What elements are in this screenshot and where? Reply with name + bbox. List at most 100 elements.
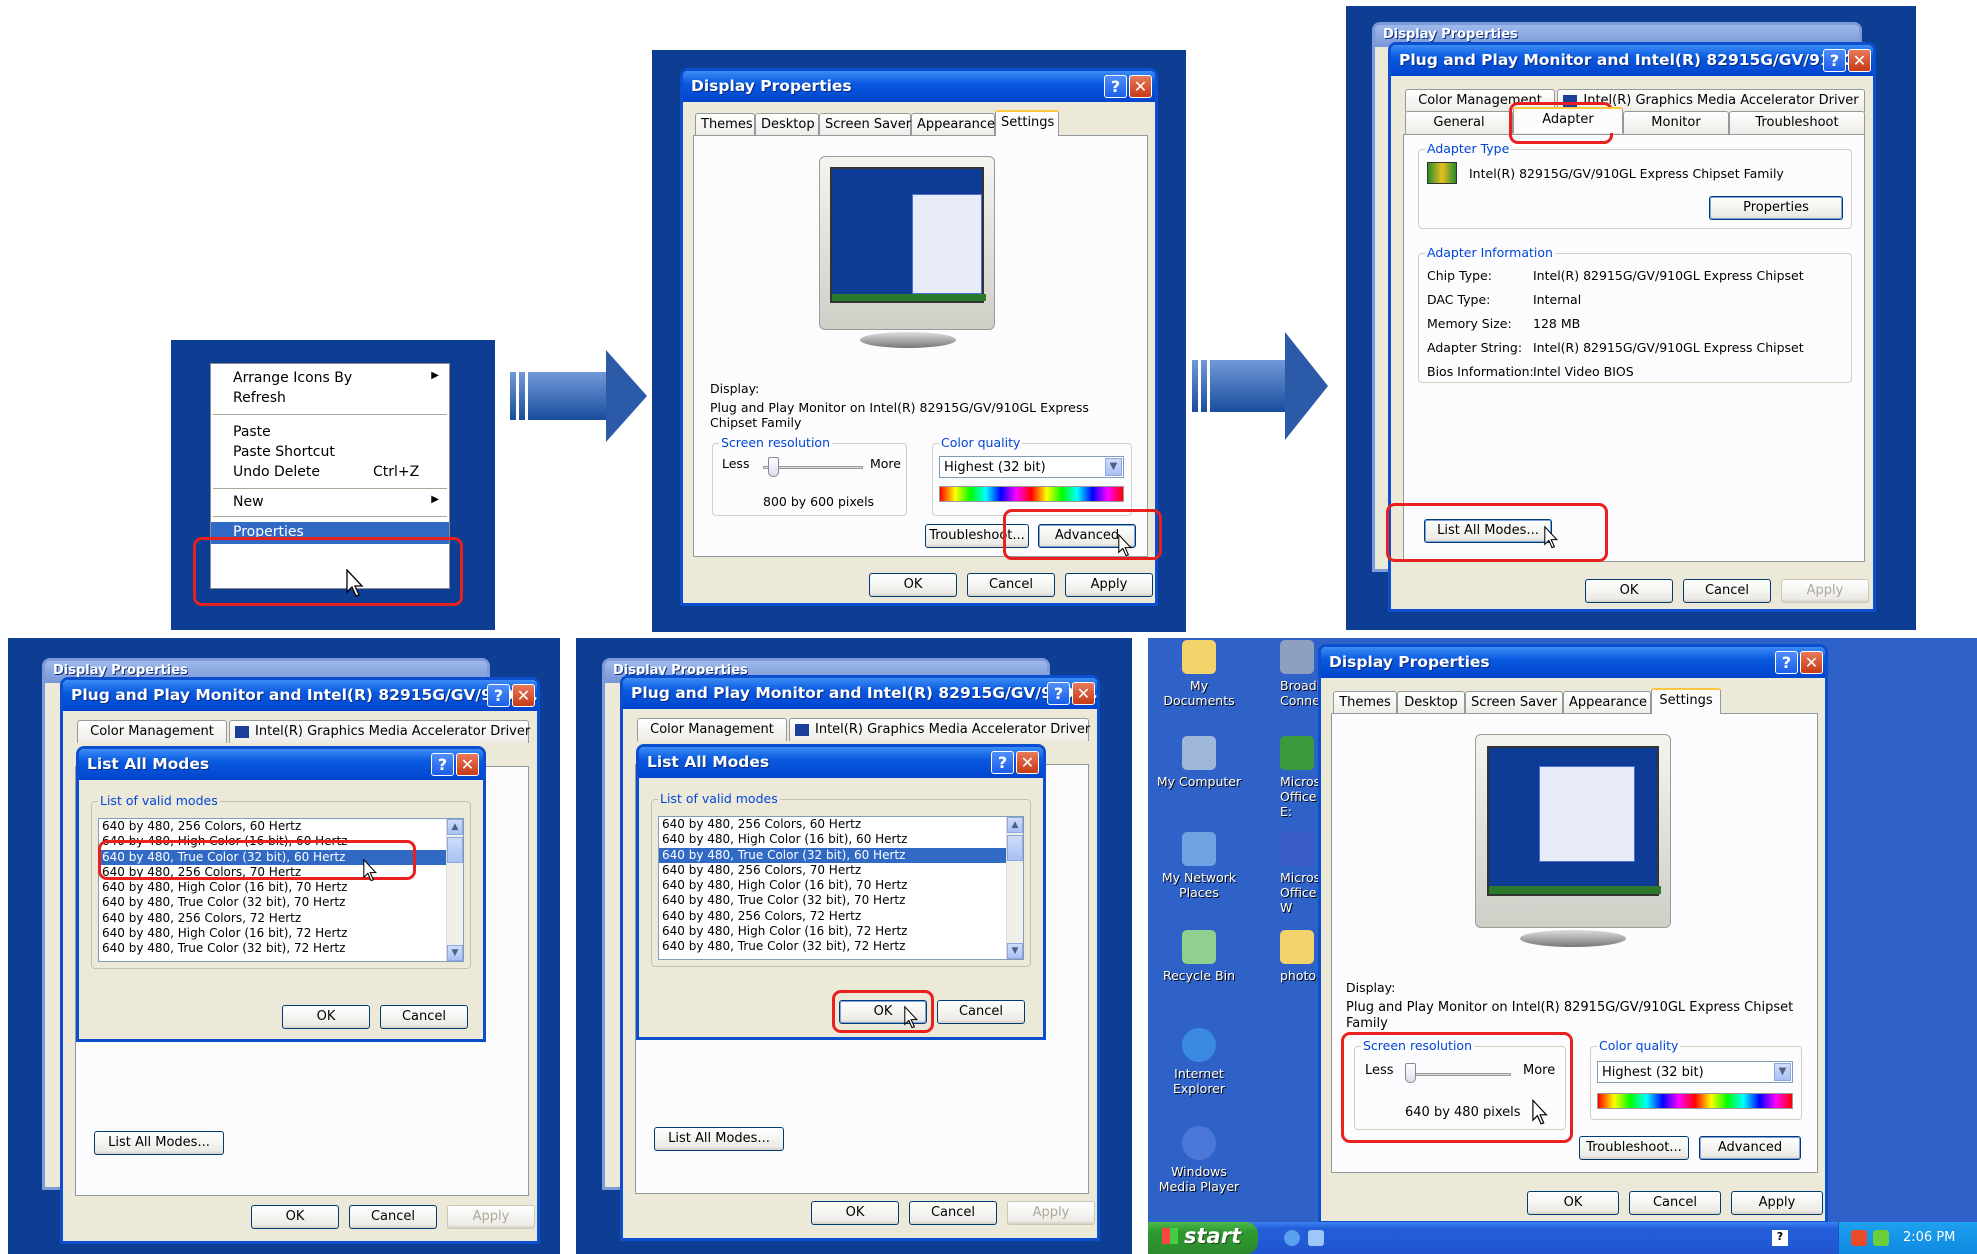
tab-desktop[interactable]: Desktop [755,113,819,136]
ok-button[interactable]: OK [869,573,957,597]
help-button[interactable]: ? [431,753,454,776]
troubleshoot-button[interactable]: Troubleshoot... [1579,1136,1689,1160]
tab-settings[interactable]: Settings [1651,688,1721,714]
list-item[interactable]: 640 by 480, High Color (16 bit), 70 Hert… [659,878,1023,893]
close-button[interactable]: ✕ [1800,651,1823,674]
close-button[interactable]: ✕ [1129,75,1152,98]
help-tray-icon[interactable]: ? [1772,1230,1788,1246]
tab-monitor[interactable]: Monitor [1623,111,1729,134]
properties-button[interactable]: Properties [1709,196,1843,220]
cancel-button[interactable]: Cancel [937,1000,1025,1024]
apply-button[interactable]: Apply [1781,579,1869,603]
cancel-button[interactable]: Cancel [380,1005,468,1029]
tray-app-icon[interactable] [1851,1230,1867,1246]
scroll-down-icon[interactable]: ▼ [447,945,463,961]
tab-intel-driver[interactable]: Intel(R) Graphics Media Accelerator Driv… [229,720,530,743]
tab-themes[interactable]: Themes [1333,691,1397,714]
menu-item-paste-shortcut[interactable]: Paste Shortcut [211,444,449,464]
ok-button[interactable]: OK [282,1005,370,1029]
menu-item-arrange-icons[interactable]: Arrange Icons By ▶ [211,370,449,390]
tab-general[interactable]: General [1405,111,1513,134]
cancel-button[interactable]: Cancel [349,1205,437,1229]
list-item[interactable]: 640 by 480, High Color (16 bit), 72 Hert… [99,926,463,941]
cancel-button[interactable]: Cancel [1683,579,1771,603]
desktop-icon-office-word[interactable]: Microsc Office W [1252,832,1327,915]
scroll-up-icon[interactable]: ▲ [1007,817,1023,833]
list-item[interactable]: 640 by 480, High Color (16 bit), 72 Hert… [659,924,1023,939]
desktop-icon-media-player[interactable]: Windows Media Player [1154,1126,1244,1194]
tab-troubleshoot[interactable]: Troubleshoot [1729,111,1865,134]
help-button[interactable]: ? [991,751,1014,774]
desktop-icon-recycle-bin[interactable]: Recycle Bin [1154,930,1244,983]
ok-button[interactable]: OK [1527,1191,1619,1215]
apply-button[interactable]: Apply [447,1205,535,1229]
tab-intel-driver[interactable]: Intel(R) Graphics Media Accelerator Driv… [789,718,1090,741]
list-item[interactable]: 640 by 480, High Color (16 bit), 60 Hert… [659,832,1023,847]
list-all-modes-button[interactable]: List All Modes... [94,1131,224,1155]
scroll-up-icon[interactable]: ▲ [447,819,463,835]
menu-item-new[interactable]: New ▶ [211,494,449,514]
menu-item-paste[interactable]: Paste [211,424,449,444]
help-button[interactable]: ? [487,684,510,707]
tray-app-icon[interactable] [1873,1230,1889,1246]
tab-desktop[interactable]: Desktop [1397,691,1465,714]
apply-button[interactable]: Apply [1731,1191,1823,1215]
desktop-icon-internet-explorer[interactable]: Internet Explorer [1154,1028,1244,1096]
list-item[interactable]: 640 by 480, True Color (32 bit), 60 Hert… [659,847,1023,863]
advanced-button[interactable]: Advanced [1699,1136,1801,1160]
help-button[interactable]: ? [1823,49,1846,72]
tab-color-management[interactable]: Color Management [637,718,787,741]
apply-button[interactable]: Apply [1065,573,1153,597]
desktop-icon-photo[interactable]: photo [1252,930,1322,983]
scroll-thumb[interactable] [447,837,463,863]
tab-appearance[interactable]: Appearance [1563,691,1651,714]
list-item[interactable]: 640 by 480, 256 Colors, 72 Hertz [99,911,463,926]
help-button[interactable]: ? [1104,75,1127,98]
help-button[interactable]: ? [1775,651,1798,674]
apply-button[interactable]: Apply [1007,1201,1095,1225]
tab-settings[interactable]: Settings [995,110,1059,136]
tab-appearance[interactable]: Appearance [911,113,995,136]
scroll-thumb[interactable] [1007,835,1023,861]
color-quality-select[interactable]: Highest (32 bit) ▼ [939,456,1124,478]
scrollbar[interactable]: ▲ ▼ [446,819,463,961]
quicklaunch-ie-icon[interactable] [1284,1230,1300,1246]
tab-themes[interactable]: Themes [695,113,755,136]
cancel-button[interactable]: Cancel [1629,1191,1721,1215]
tab-screen-saver[interactable]: Screen Saver [1465,691,1563,714]
desktop-icon-office-excel[interactable]: Microsc Office E: [1252,736,1327,819]
close-button[interactable]: ✕ [512,684,535,707]
scrollbar[interactable]: ▲ ▼ [1006,817,1023,959]
cancel-button[interactable]: Cancel [967,573,1055,597]
list-item[interactable]: 640 by 480, High Color (16 bit), 70 Hert… [99,880,463,895]
quicklaunch-desktop-icon[interactable] [1308,1230,1324,1246]
menu-item-refresh[interactable]: Refresh [211,390,449,410]
close-button[interactable]: ✕ [1848,49,1871,72]
resolution-slider-thumb[interactable] [768,457,779,477]
list-item[interactable]: 640 by 480, 256 Colors, 60 Hertz [99,819,463,834]
scroll-down-icon[interactable]: ▼ [1007,943,1023,959]
list-item[interactable]: 640 by 480, 256 Colors, 70 Hertz [659,863,1023,878]
list-item[interactable]: 640 by 480, True Color (32 bit), 70 Hert… [659,893,1023,908]
desktop-icon-my-documents[interactable]: My Documents [1154,640,1244,708]
list-item[interactable]: 640 by 480, True Color (32 bit), 70 Hert… [99,895,463,910]
list-all-modes-button[interactable]: List All Modes... [654,1127,784,1151]
list-item[interactable]: 640 by 480, True Color (32 bit), 72 Hert… [659,939,1023,954]
menu-item-undo-delete[interactable]: Undo Delete Ctrl+Z [211,464,449,484]
desktop-icon-my-network[interactable]: My Network Places [1154,832,1244,900]
close-button[interactable]: ✕ [1072,682,1095,705]
tab-color-management[interactable]: Color Management [77,720,227,743]
list-item[interactable]: 640 by 480, 256 Colors, 60 Hertz [659,817,1023,832]
modes-list[interactable]: 640 by 480, 256 Colors, 60 Hertz 640 by 4… [658,816,1024,960]
desktop-icon-broadband[interactable]: Broadba Connect [1252,640,1332,708]
ok-button[interactable]: OK [251,1205,339,1229]
desktop-icon-my-computer[interactable]: My Computer [1154,736,1244,789]
tab-adapter[interactable]: Adapter [1513,107,1623,133]
tab-screen-saver[interactable]: Screen Saver [819,113,911,136]
ok-button[interactable]: OK [1585,579,1673,603]
start-button[interactable]: start [1148,1222,1258,1254]
list-item[interactable]: 640 by 480, 256 Colors, 72 Hertz [659,909,1023,924]
ok-button[interactable]: OK [811,1201,899,1225]
color-quality-select[interactable]: Highest (32 bit) ▼ [1597,1061,1793,1083]
help-button[interactable]: ? [1047,682,1070,705]
